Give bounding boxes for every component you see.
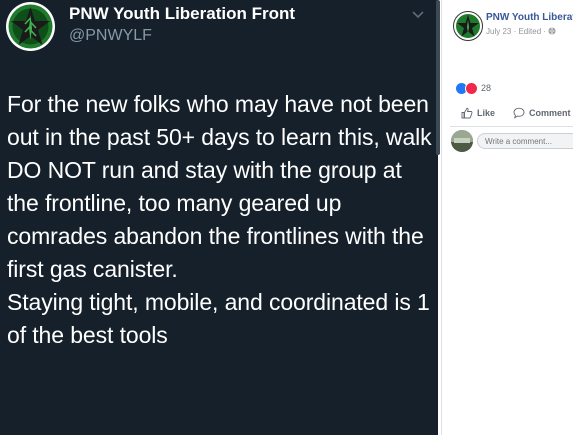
divider [450, 126, 573, 127]
like-button[interactable]: Like [461, 107, 495, 119]
star-logo-icon [456, 14, 480, 38]
thumbs-up-icon [461, 107, 473, 119]
heart-icon [465, 81, 478, 95]
post-meta: July 23 · Edited · [486, 27, 556, 36]
tweet-text: For the new folks who may have not been … [7, 91, 432, 348]
comment-input[interactable] [477, 133, 573, 149]
chevron-down-icon[interactable] [410, 6, 426, 22]
commenter-avatar[interactable] [451, 130, 473, 152]
tweet-panel: PNW Youth Liberation Front @PNWYLF For t… [0, 0, 438, 435]
globe-icon [548, 27, 556, 35]
comment-label: Comment [529, 108, 571, 118]
page-name-link[interactable]: PNW Youth Liberatio [486, 12, 573, 23]
profile-avatar[interactable] [6, 2, 55, 51]
display-name[interactable]: PNW Youth Liberation Front [69, 4, 295, 24]
comment-button[interactable]: Comment [513, 107, 571, 119]
star-logo-icon [8, 4, 53, 49]
like-label: Like [477, 108, 496, 118]
page-avatar[interactable] [453, 11, 483, 41]
post-date[interactable]: July 23 · Edited · [486, 27, 548, 36]
scrollbar[interactable] [436, 0, 440, 155]
reaction-summary[interactable]: 28 [455, 81, 492, 95]
reaction-count: 28 [481, 83, 492, 93]
user-handle[interactable]: @PNWYLF [69, 27, 152, 45]
speech-bubble-icon [513, 107, 525, 119]
facebook-post-panel: PNW Youth Liberatio July 23 · Edited · 2… [441, 0, 573, 435]
user-photo-icon [451, 130, 473, 152]
post-actions: Like Comment [442, 104, 573, 122]
